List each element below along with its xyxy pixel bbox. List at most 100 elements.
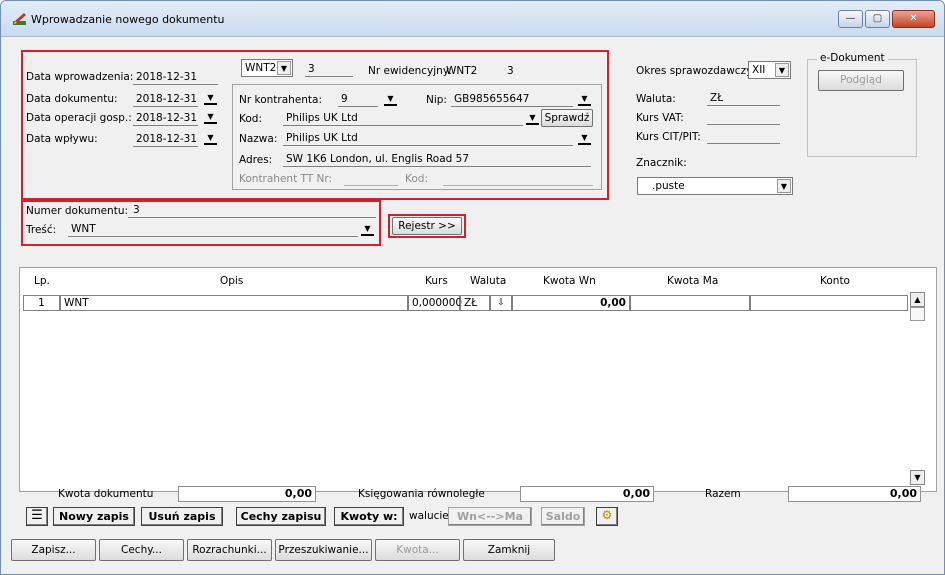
- client-area: Data wprowadzenia: 2018-12-31 Data dokum…: [8, 37, 937, 569]
- col-kwota-wn: Kwota Wn: [543, 275, 596, 287]
- kwoty-w-button[interactable]: Kwoty w:: [334, 507, 404, 526]
- kwota-dok-value: 0,00: [178, 486, 316, 502]
- cell-opis[interactable]: WNT: [60, 295, 408, 311]
- razem-label: Razem: [705, 488, 741, 500]
- title-bar: Wprowadzanie nowego dokumentu — ▢ ✕: [1, 1, 944, 37]
- nowy-zapis-button[interactable]: Nowy zapis: [53, 507, 135, 526]
- cell-konto[interactable]: [750, 295, 908, 311]
- razem-value: 0,00: [788, 486, 921, 502]
- numer-dokumentu-field[interactable]: 3: [128, 203, 376, 218]
- col-lp: Lp.: [34, 275, 50, 287]
- chevron-down-icon[interactable]: ▼: [578, 133, 591, 145]
- app-pen-icon: [13, 13, 26, 25]
- adres-label: Adres:: [239, 154, 273, 166]
- nr-kontrahenta-field[interactable]: 9: [338, 92, 378, 107]
- currency-picker-icon[interactable]: ⇩: [490, 295, 512, 311]
- cell-kwota-wn[interactable]: 0,00: [512, 295, 630, 311]
- rozrachunki-button[interactable]: Rozrachunki...: [187, 539, 272, 561]
- data-dokumentu-field[interactable]: 2018-12-31: [133, 92, 198, 107]
- kurs-cit-field[interactable]: [707, 129, 780, 144]
- cell-kurs[interactable]: 0,000000: [408, 295, 462, 311]
- tt-kod-label: Kod:: [405, 173, 428, 185]
- cell-waluta[interactable]: ZŁ: [460, 295, 490, 311]
- kurs-cit-label: Kurs CIT/PIT:: [636, 131, 701, 143]
- scroll-down-icon[interactable]: ▼: [910, 470, 925, 485]
- waluta-label: Waluta:: [636, 93, 676, 105]
- zamknij-button[interactable]: Zamknij: [463, 539, 555, 561]
- numer-field[interactable]: 3: [305, 62, 353, 77]
- chevron-down-icon[interactable]: ▼: [775, 63, 789, 77]
- col-konto: Konto: [820, 275, 850, 287]
- ksieg-value: 0,00: [520, 486, 654, 502]
- okres-label: Okres sprawozdawczy:: [636, 65, 756, 77]
- scrollbar-thumb[interactable]: [910, 307, 925, 321]
- nip-field[interactable]: GB985655647: [451, 92, 573, 107]
- maximize-button[interactable]: ▢: [865, 10, 890, 28]
- data-operacji-field[interactable]: 2018-12-31: [133, 111, 198, 126]
- entries-grid: Lp. Opis Kurs Waluta Kwota Wn Kwota Ma K…: [19, 267, 937, 492]
- przeszukiwanie-button[interactable]: Przeszukiwanie...: [275, 539, 372, 561]
- okres-select[interactable]: XII ▼: [748, 61, 791, 79]
- tt-kod-field[interactable]: [443, 171, 593, 186]
- tresc-label: Treść:: [26, 224, 57, 236]
- chevron-down-icon[interactable]: ▼: [578, 94, 591, 106]
- col-kwota-ma: Kwota Ma: [667, 275, 719, 287]
- wn-ma-button[interactable]: Wn<-->Ma: [448, 507, 532, 526]
- menu-lines-icon[interactable]: ☰: [26, 507, 48, 526]
- nazwa-label: Nazwa:: [239, 133, 278, 145]
- nr-ewid-typ: WNT2: [446, 65, 478, 77]
- znacznik-select[interactable]: .puste ▼: [637, 177, 793, 195]
- chevron-down-icon[interactable]: ▼: [361, 224, 374, 236]
- tt-nr-field[interactable]: [344, 171, 398, 186]
- cell-kwota-ma[interactable]: [630, 295, 750, 311]
- nr-ewid-num: 3: [507, 65, 514, 77]
- kurs-vat-label: Kurs VAT:: [636, 112, 684, 124]
- data-wprowadzenia-label: Data wprowadzenia:: [26, 71, 134, 83]
- cechy-zapisu-button[interactable]: Cechy zapisu: [236, 507, 326, 526]
- chevron-down-icon[interactable]: ▼: [526, 113, 539, 125]
- saldo-button[interactable]: Saldo: [541, 507, 585, 526]
- kod-label: Kod:: [239, 113, 262, 125]
- chevron-down-icon[interactable]: ▼: [204, 112, 217, 124]
- znacznik-value: .puste: [652, 180, 685, 192]
- col-opis: Opis: [220, 275, 244, 287]
- window-title: Wprowadzanie nowego dokumentu: [31, 13, 225, 26]
- close-button[interactable]: ✕: [892, 10, 935, 28]
- main-window: Wprowadzanie nowego dokumentu — ▢ ✕ Data…: [0, 0, 945, 575]
- scroll-up-icon[interactable]: ▲: [910, 292, 925, 307]
- cell-lp[interactable]: 1: [23, 295, 60, 311]
- minimize-button[interactable]: —: [838, 10, 863, 28]
- kod-field[interactable]: Philips UK Ltd: [283, 111, 523, 126]
- okres-value: XII: [752, 64, 766, 76]
- nip-label: Nip:: [426, 94, 447, 106]
- nazwa-field[interactable]: Philips UK Ltd: [283, 131, 573, 146]
- rejestr-button[interactable]: Rejestr >>: [392, 217, 462, 235]
- ksieg-label: Księgowania równoległe: [358, 488, 485, 500]
- kurs-vat-field[interactable]: [707, 110, 780, 125]
- data-operacji-label: Data operacji gosp.:: [26, 112, 132, 124]
- kwota-button[interactable]: Kwota...: [375, 539, 460, 561]
- chevron-down-icon[interactable]: ▼: [204, 133, 217, 145]
- chevron-down-icon[interactable]: ▼: [777, 179, 791, 193]
- data-wprowadzenia-field[interactable]: 2018-12-31: [133, 70, 218, 85]
- walucie-label: walucie: [409, 510, 449, 522]
- waluta-field[interactable]: ZŁ: [707, 91, 780, 106]
- usun-zapis-button[interactable]: Usuń zapis: [141, 507, 223, 526]
- zapisz-button[interactable]: Zapisz...: [11, 539, 96, 561]
- e-dokument-title: e-Dokument: [817, 52, 888, 64]
- gear-icon[interactable]: ⚙: [596, 507, 618, 526]
- tresc-field[interactable]: WNT: [68, 222, 358, 237]
- sprawdz-button[interactable]: Sprawdź: [541, 109, 593, 127]
- data-wplywu-field[interactable]: 2018-12-31: [133, 132, 198, 147]
- podglad-button[interactable]: Podgląd: [818, 70, 904, 91]
- nr-ewid-label: Nr ewidencyjny:: [368, 65, 452, 77]
- chevron-down-icon[interactable]: ▼: [204, 93, 217, 105]
- nr-kontrahenta-label: Nr kontrahenta:: [239, 94, 323, 106]
- cechy-button[interactable]: Cechy...: [99, 539, 184, 561]
- chevron-down-icon[interactable]: ▼: [277, 61, 291, 75]
- chevron-down-icon[interactable]: ▼: [384, 94, 397, 106]
- tt-nr-label: Kontrahent TT Nr:: [239, 173, 333, 185]
- typ-dokumentu-select[interactable]: WNT2 ▼: [241, 59, 293, 77]
- adres-field[interactable]: SW 1K6 London, ul. Englis Road 57: [283, 152, 591, 167]
- typ-value: WNT2: [245, 62, 277, 74]
